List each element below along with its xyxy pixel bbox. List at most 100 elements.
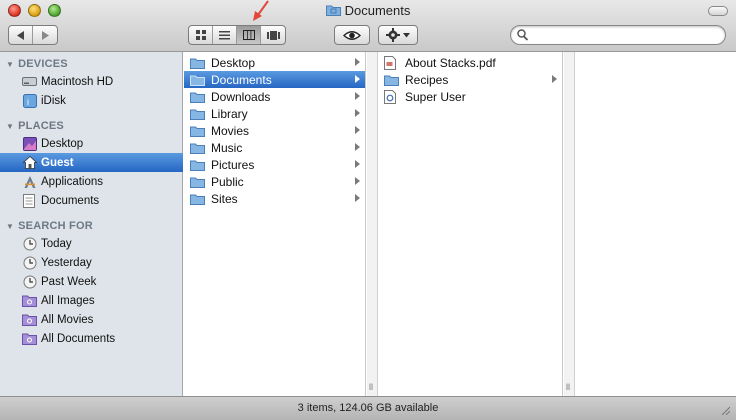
gear-icon	[386, 28, 400, 42]
column-view-icon	[242, 30, 255, 40]
coverflow-view-button[interactable]	[261, 26, 285, 44]
sidebar-item-all-images[interactable]: All Images	[0, 291, 183, 310]
back-button[interactable]	[9, 26, 33, 44]
browser-column-3[interactable]	[575, 52, 736, 396]
disclosure-arrow-icon	[355, 75, 360, 83]
list-item[interactable]: Public	[184, 173, 365, 190]
view-mode-switcher	[188, 25, 286, 45]
sidebar-item-idisk[interactable]: i iDisk	[0, 91, 183, 110]
nav-buttons	[8, 25, 58, 45]
sidebar-item-all-documents[interactable]: All Documents	[0, 329, 183, 348]
folder-icon	[190, 141, 206, 155]
icon-view-icon	[195, 30, 206, 40]
hard-drive-icon	[22, 74, 37, 89]
list-item[interactable]: Documents	[184, 71, 365, 88]
browser-column-1[interactable]: Desktop Documents Downloads Library Movi…	[184, 52, 366, 396]
folder-icon	[190, 175, 206, 189]
folder-icon	[190, 90, 206, 104]
folder-icon	[325, 5, 341, 16]
folder-icon	[190, 73, 206, 87]
sidebar-item-macintosh-hd[interactable]: Macintosh HD	[0, 72, 183, 91]
list-item[interactable]: About Stacks.pdf	[378, 54, 562, 71]
disclosure-triangle-icon: ▼	[6, 122, 15, 131]
search-field[interactable]	[510, 25, 726, 45]
list-item[interactable]: Movies	[184, 122, 365, 139]
resize-grip-icon[interactable]	[720, 405, 730, 415]
smart-folder-icon	[22, 331, 37, 346]
disclosure-arrow-icon	[355, 109, 360, 117]
clock-icon	[22, 274, 37, 289]
list-item[interactable]: Library	[184, 105, 365, 122]
webloc-file-icon	[384, 89, 400, 104]
quick-look-button[interactable]	[334, 25, 370, 45]
column-divider: ll	[367, 52, 378, 396]
action-menu-button[interactable]	[378, 25, 418, 45]
toolbar-toggle-button[interactable]	[708, 6, 728, 16]
idisk-icon: i	[22, 93, 37, 108]
sidebar-item-desktop[interactable]: Desktop	[0, 134, 183, 153]
list-item[interactable]: Pictures	[184, 156, 365, 173]
disclosure-arrow-icon	[355, 126, 360, 134]
sidebar: ▼ DEVICES Macintosh HD i iDisk ▼ PLACES De…	[0, 52, 183, 396]
sidebar-item-applications[interactable]: Applications	[0, 172, 183, 191]
list-view-icon	[219, 30, 230, 39]
window-title: Documents	[0, 3, 736, 18]
chevron-down-icon	[403, 32, 410, 37]
folder-icon	[190, 56, 206, 70]
folder-icon	[190, 192, 206, 206]
sidebar-item-yesterday[interactable]: Yesterday	[0, 253, 183, 272]
disclosure-arrow-icon	[552, 75, 557, 83]
list-item[interactable]: Recipes	[378, 71, 562, 88]
disclosure-triangle-icon: ▼	[6, 60, 15, 69]
forward-button[interactable]	[33, 26, 57, 44]
folder-icon	[190, 124, 206, 138]
disclosure-arrow-icon	[355, 194, 360, 202]
folder-icon	[384, 73, 400, 87]
list-item[interactable]: Super User	[378, 88, 562, 105]
home-icon	[22, 155, 37, 170]
browser-column-2[interactable]: About Stacks.pdf Recipes Super User	[378, 52, 563, 396]
clock-icon	[22, 255, 37, 270]
sidebar-section-search-for[interactable]: ▼ SEARCH FOR	[6, 220, 93, 232]
svg-text:i: i	[27, 97, 29, 107]
icon-view-button[interactable]	[189, 26, 213, 44]
sidebar-item-guest[interactable]: Guest	[0, 153, 183, 172]
disclosure-arrow-icon	[355, 92, 360, 100]
disclosure-triangle-icon: ▼	[6, 222, 15, 231]
sidebar-section-devices[interactable]: ▼ DEVICES	[6, 58, 68, 70]
desktop-icon	[22, 136, 37, 151]
documents-icon	[22, 193, 37, 208]
eye-icon	[343, 30, 361, 40]
status-bar: 3 items, 124.06 GB available	[0, 396, 736, 420]
list-item[interactable]: Sites	[184, 190, 365, 207]
sidebar-section-places[interactable]: ▼ PLACES	[6, 120, 64, 132]
search-input[interactable]	[531, 27, 719, 43]
disclosure-arrow-icon	[355, 143, 360, 151]
back-icon	[16, 30, 24, 40]
pdf-file-icon	[384, 55, 400, 70]
list-item[interactable]: Music	[184, 139, 365, 156]
column-resize-handle[interactable]: ll	[369, 382, 373, 392]
status-text: 3 items, 124.06 GB available	[297, 402, 439, 414]
column-divider: ll	[564, 52, 575, 396]
coverflow-view-icon	[266, 30, 280, 40]
disclosure-arrow-icon	[355, 177, 360, 185]
sidebar-item-today[interactable]: Today	[0, 234, 183, 253]
column-resize-handle[interactable]: ll	[566, 382, 570, 392]
forward-icon	[42, 30, 49, 40]
toolbar: Documents	[0, 0, 736, 52]
list-item[interactable]: Downloads	[184, 88, 365, 105]
applications-icon	[22, 174, 37, 189]
search-icon	[517, 29, 528, 41]
sidebar-item-all-movies[interactable]: All Movies	[0, 310, 183, 329]
list-view-button[interactable]	[213, 26, 237, 44]
folder-icon	[190, 158, 206, 172]
clock-icon	[22, 236, 37, 251]
sidebar-item-past-week[interactable]: Past Week	[0, 272, 183, 291]
list-item[interactable]: Desktop	[184, 54, 365, 71]
smart-folder-icon	[22, 293, 37, 308]
column-view-button[interactable]	[237, 26, 261, 44]
disclosure-arrow-icon	[355, 160, 360, 168]
smart-folder-icon	[22, 312, 37, 327]
sidebar-item-documents[interactable]: Documents	[0, 191, 183, 210]
